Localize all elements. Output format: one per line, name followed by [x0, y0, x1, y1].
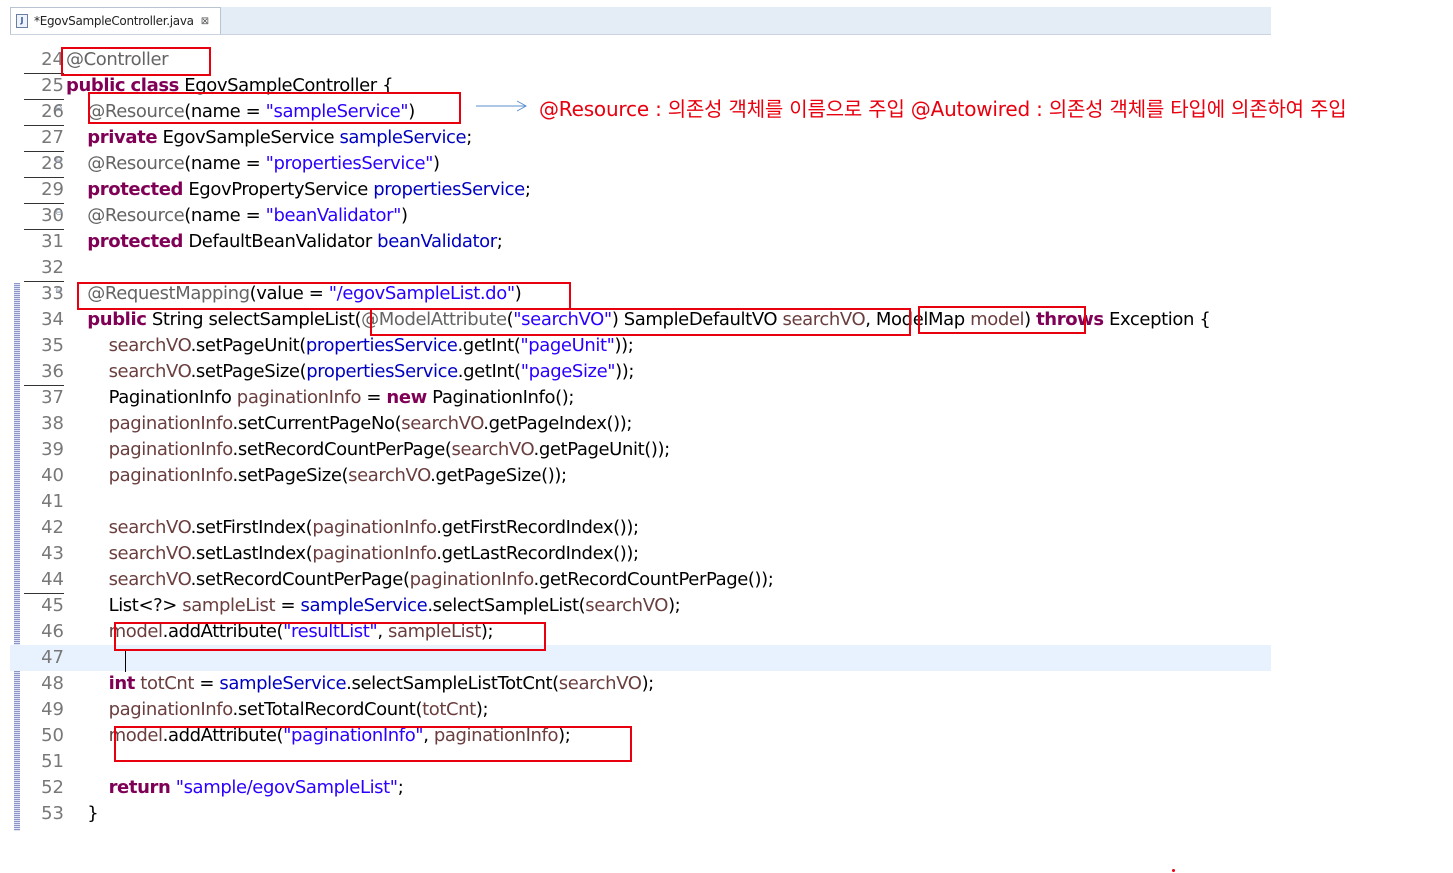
line-number: 50 [41, 725, 64, 746]
code-line: 35 searchVO.setPageUnit(propertiesServic… [10, 333, 1271, 359]
code-line: 37 PaginationInfo paginationInfo = new P… [10, 385, 1271, 411]
code-line: 48 int totCnt = sampleService.selectSamp… [10, 671, 1271, 697]
fold-icon[interactable]: ⊖ [55, 156, 63, 166]
code-line: 32 [10, 255, 1271, 282]
code-line: 45 List<?> sampleList = sampleService.se… [10, 593, 1271, 619]
line-number: 44 [24, 567, 64, 594]
line-number: 42 [41, 517, 64, 538]
highlight-result-list [114, 622, 546, 651]
line-number: 27 [24, 125, 64, 152]
line-number: 49 [41, 699, 64, 720]
code-text: PaginationInfo paginationInfo = new Pagi… [66, 387, 575, 408]
line-number: 40 [41, 465, 64, 486]
line-number: 41 [41, 491, 64, 512]
code-line: 53 } [10, 801, 1271, 827]
code-text: searchVO.setFirstIndex(paginationInfo.ge… [108, 517, 640, 538]
highlight-model-attribute [370, 308, 911, 336]
code-line: 31 protected DefaultBeanValidator beanVa… [10, 229, 1271, 255]
highlight-model-map [918, 306, 1086, 334]
line-number: 36 [24, 359, 64, 386]
editor-tab[interactable]: J *EgovSampleController.java ⊠ [10, 7, 221, 34]
code-editor[interactable]: 23 24 @Controller 25 public class EgovSa… [10, 35, 1271, 840]
line-number: 25 [24, 73, 64, 100]
line-number: 37 [41, 387, 64, 408]
line-number: 43 [41, 543, 64, 564]
line-number: 34 [41, 309, 64, 330]
line-number: 47 [41, 647, 64, 668]
stray-dot [1172, 869, 1175, 872]
arrow-right-icon [476, 100, 528, 112]
code-text: paginationInfo.setRecordCountPerPage(sea… [108, 439, 671, 460]
line-number: 39 [41, 439, 64, 460]
line-number: 24 [24, 47, 64, 74]
code-line: 43 searchVO.setLastIndex(paginationInfo.… [10, 541, 1271, 567]
code-text: protected EgovPropertyService properties… [87, 179, 531, 200]
code-text: paginationInfo.setTotalRecordCount(totCn… [108, 699, 489, 720]
highlight-resource [88, 92, 461, 124]
code-text: private EgovSampleService sampleService; [87, 127, 472, 148]
line-number: 45 [41, 595, 64, 616]
code-text: @Resource(name = "propertiesService") [87, 153, 440, 174]
code-text: searchVO.setLastIndex(paginationInfo.get… [108, 543, 640, 564]
code-text: return "sample/egovSampleList"; [108, 777, 404, 798]
code-line: 42 searchVO.setFirstIndex(paginationInfo… [10, 515, 1271, 541]
line-number: 51 [41, 751, 64, 772]
code-text: searchVO.setPageSize(propertiesService.g… [108, 361, 635, 382]
code-text: paginationInfo.setPageSize(searchVO.getP… [108, 465, 568, 486]
code-line: 38 paginationInfo.setCurrentPageNo(searc… [10, 411, 1271, 437]
highlight-request-mapping [77, 282, 571, 310]
code-text: List<?> sampleList = sampleService.selec… [66, 595, 681, 616]
code-text: } [66, 803, 99, 824]
line-number: 31 [41, 231, 64, 252]
code-line: 30 ⊖ @Resource(name = "beanValidator") [10, 203, 1271, 230]
code-line: 49 paginationInfo.setTotalRecordCount(to… [10, 697, 1271, 723]
code-line: 52 return "sample/egovSampleList"; [10, 775, 1271, 801]
annotation-note: @Resource : 의존성 객체를 이름으로 주입 @Autowired :… [539, 97, 1347, 121]
code-text: searchVO.setPageUnit(propertiesService.g… [108, 335, 634, 356]
code-line: 36 searchVO.setPageSize(propertiesServic… [10, 359, 1271, 386]
highlight-controller [61, 47, 211, 76]
line-number: 46 [41, 621, 64, 642]
java-file-icon: J [16, 14, 28, 28]
line-number: 52 [41, 777, 64, 798]
text-caret [125, 651, 126, 672]
line-number: 29 [24, 177, 64, 204]
fold-icon[interactable]: ⊖ [55, 104, 63, 114]
fold-icon[interactable]: ⊖ [55, 286, 63, 296]
code-line: 29 protected EgovPropertyService propert… [10, 177, 1271, 204]
code-line: 41 [10, 489, 1271, 515]
code-text: int totCnt = sampleService.selectSampleL… [108, 673, 655, 694]
close-icon[interactable]: ⊠ [201, 16, 209, 27]
line-number: 35 [41, 335, 64, 356]
editor-tab-bar: J *EgovSampleController.java ⊠ [10, 7, 1271, 35]
tab-title: *EgovSampleController.java [34, 14, 194, 28]
code-text: @Resource(name = "beanValidator") [87, 205, 408, 226]
line-number: 53 [41, 803, 64, 824]
code-line: 39 paginationInfo.setRecordCountPerPage(… [10, 437, 1271, 463]
code-text: protected DefaultBeanValidator beanValid… [87, 231, 503, 252]
code-text: paginationInfo.setCurrentPageNo(searchVO… [108, 413, 633, 434]
code-line: 44 searchVO.setRecordCountPerPage(pagina… [10, 567, 1271, 594]
line-number: 48 [41, 673, 64, 694]
code-line: 40 paginationInfo.setPageSize(searchVO.g… [10, 463, 1271, 489]
code-line: 28 ⊖ @Resource(name = "propertiesService… [10, 151, 1271, 178]
fold-icon[interactable]: ⊖ [55, 208, 63, 218]
code-line-partial: 23 [10, 35, 1271, 38]
line-number: 32 [24, 255, 64, 282]
highlight-pagination-info [114, 726, 632, 762]
code-text: searchVO.setRecordCountPerPage(paginatio… [108, 569, 774, 590]
line-number: 38 [41, 413, 64, 434]
code-line: 27 private EgovSampleService sampleServi… [10, 125, 1271, 152]
